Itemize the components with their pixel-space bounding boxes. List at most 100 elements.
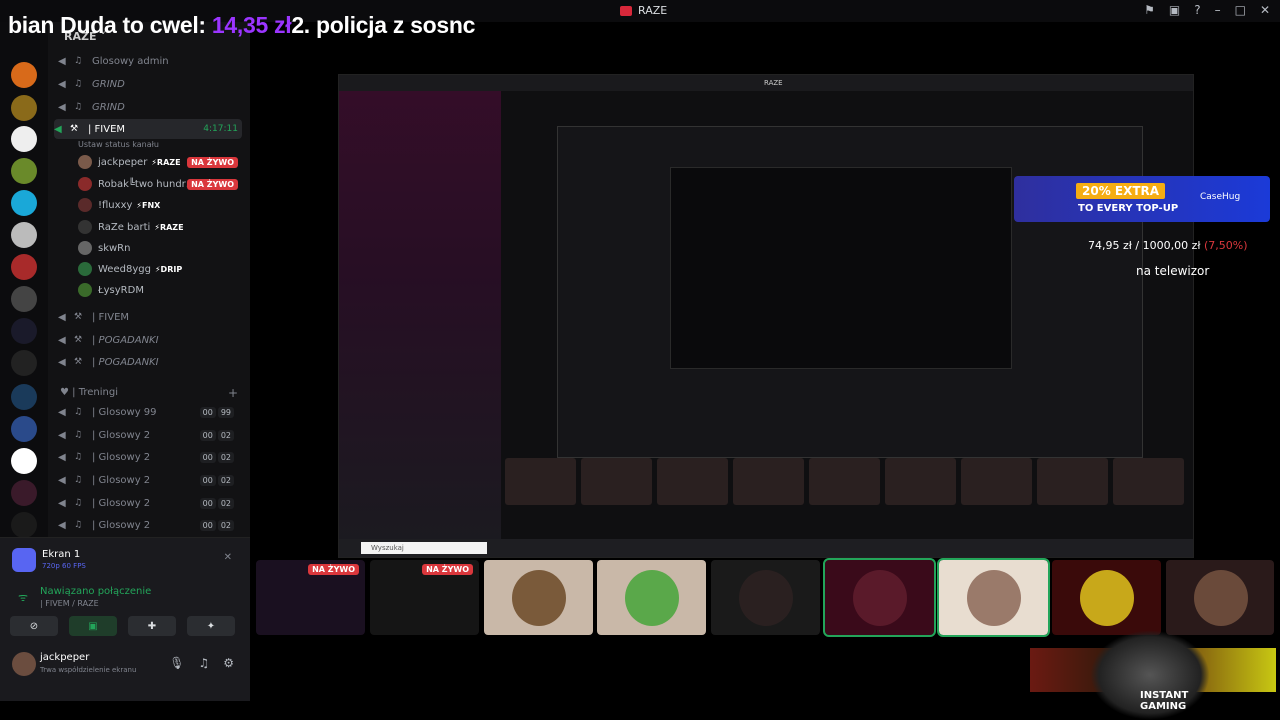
- user-limit: 00 02: [199, 429, 234, 441]
- voice-channel[interactable]: ◀ ♫ | Glosowy 2 00 02: [58, 515, 240, 535]
- current-user-name[interactable]: jackpeper: [40, 652, 89, 663]
- screen-share-button[interactable]: ▣: [69, 616, 117, 636]
- headphones-icon: ♫: [74, 407, 83, 417]
- stop-share-button[interactable]: ✕: [224, 552, 232, 563]
- voice-user[interactable]: jackpeper ⚡RAZE NA ŻYWO: [78, 152, 248, 172]
- voice-channel[interactable]: ◀ ♫ | Glosowy 2 00 02: [58, 493, 240, 513]
- server-icon[interactable]: [11, 286, 37, 312]
- voice-user[interactable]: skwRn: [78, 238, 248, 258]
- user-name: jackpeper: [98, 156, 148, 168]
- stream-tile[interactable]: [937, 558, 1050, 637]
- voice-channel[interactable]: ◀ ♫ GRIND: [58, 74, 240, 94]
- nested-title: RAZE: [764, 79, 783, 87]
- stream-tile[interactable]: [823, 558, 936, 637]
- tool-icon: ⚒: [74, 357, 83, 367]
- server-icon[interactable]: [11, 126, 37, 152]
- server-icon[interactable]: [11, 318, 37, 344]
- help-icon[interactable]: ?: [1194, 3, 1200, 17]
- gear-icon[interactable]: ⚙: [223, 656, 234, 670]
- screen-icon[interactable]: ▣: [1169, 3, 1180, 17]
- donation-percent: (7,50%): [1203, 239, 1248, 252]
- voice-user[interactable]: !fluxxy ⚡FNX: [78, 195, 248, 215]
- server-icon[interactable]: [11, 62, 37, 88]
- stream-tile[interactable]: [484, 560, 593, 635]
- server-icon[interactable]: [11, 512, 37, 538]
- camera-off-button[interactable]: ⊘: [10, 616, 58, 636]
- server-icon[interactable]: [11, 416, 37, 442]
- nested-thumb: [809, 458, 880, 505]
- channel-name: GRIND: [92, 101, 125, 113]
- channel-name: | FIVEM: [88, 123, 126, 135]
- server-icon[interactable]: [11, 95, 37, 121]
- voice-channel[interactable]: ◀ ⚒ | POGADANKI: [58, 330, 240, 350]
- window-title-text: RAZE: [638, 4, 668, 17]
- nested-thumb: [961, 458, 1032, 505]
- voice-channel[interactable]: ◀ ♫ | Glosowy 2 00 02: [58, 425, 240, 445]
- nested-thumb: [581, 458, 652, 505]
- voice-user[interactable]: Robak╚two hundr… NA ŻYWO: [78, 174, 248, 194]
- minimize-button[interactable]: –: [1215, 3, 1221, 17]
- user-limit: 00 02: [199, 497, 234, 509]
- user-name: Weed8ygg: [98, 263, 151, 275]
- voice-user[interactable]: RaZe barti ⚡RAZE: [78, 217, 248, 237]
- soundboard-button[interactable]: ✦: [187, 616, 235, 636]
- voice-channel[interactable]: ◀ ♫ | Glosowy 99 00 99: [58, 402, 240, 422]
- avatar: [78, 262, 92, 276]
- channel-name: | POGADANKI: [92, 356, 159, 368]
- category-name: | Treningi: [72, 387, 118, 398]
- avatar: [1194, 570, 1248, 626]
- live-badge: NA ŻYWO: [187, 178, 238, 190]
- stream-tile[interactable]: [1052, 560, 1161, 635]
- stream-tile[interactable]: [597, 560, 706, 635]
- server-icon[interactable]: [11, 350, 37, 376]
- connection-channel: | FIVEM / RAZE: [40, 599, 99, 608]
- category-header[interactable]: ♥ | Treningi: [60, 387, 118, 398]
- voice-channel[interactable]: ◀ ♫ | Glosowy 2 00 02: [58, 470, 240, 490]
- inbox-icon[interactable]: ⚑: [1144, 3, 1155, 17]
- activities-button[interactable]: ✚: [128, 616, 176, 636]
- stream-tile[interactable]: NA ŻYWO: [370, 560, 479, 635]
- add-channel-button[interactable]: +: [228, 386, 238, 400]
- live-badge: NA ŻYWO: [422, 564, 473, 575]
- voice-channel-active[interactable]: ◀ ⚒ | FIVEM 4:17:11: [54, 119, 242, 139]
- avatar[interactable]: [12, 652, 36, 676]
- voice-channel[interactable]: ◀ ♫ GRIND: [58, 97, 240, 117]
- voice-channel[interactable]: ◀ ♫ Glosowy admin: [58, 51, 240, 71]
- user-max: 99: [217, 406, 234, 418]
- ticker-prefix: bian Duda to cwel:: [8, 12, 212, 38]
- stream-tile[interactable]: NA ŻYWO: [256, 560, 365, 635]
- user-limit: 00 02: [199, 474, 234, 486]
- avatar: [739, 570, 793, 626]
- close-button[interactable]: ✕: [1260, 3, 1270, 17]
- nested-screen-share[interactable]: RAZE Wyszukaj: [338, 74, 1194, 558]
- stream-tile[interactable]: [1166, 560, 1274, 635]
- avatar: [967, 570, 1021, 626]
- stream-tile[interactable]: [711, 560, 820, 635]
- voice-channel[interactable]: ◀ ♫ | Glosowy 2 00 02: [58, 447, 240, 467]
- microphone-icon[interactable]: 🎙: [169, 656, 184, 670]
- server-icon[interactable]: [11, 384, 37, 410]
- donation-current: 74,95 zł: [1088, 239, 1132, 252]
- connection-status[interactable]: Nawiązano połączenie: [40, 586, 151, 597]
- headphones-icon[interactable]: ♫: [198, 656, 209, 670]
- server-icon[interactable]: [11, 158, 37, 184]
- ad-headline: 20% EXTRA: [1076, 183, 1166, 199]
- speaker-icon: ◀: [58, 429, 66, 441]
- user-tag: ⚡DRIP: [154, 264, 183, 274]
- headphones-icon: ♫: [74, 56, 83, 66]
- headphones-icon: ♫: [74, 102, 83, 112]
- channel-name: | Glosowy 2: [92, 497, 151, 509]
- server-icon[interactable]: [11, 448, 37, 474]
- voice-user[interactable]: ŁysyRDM: [78, 280, 248, 300]
- server-icon[interactable]: [11, 480, 37, 506]
- server-icon[interactable]: [11, 190, 37, 216]
- user-controls: 🎙 ♫ ⚙: [169, 656, 234, 670]
- voice-channel[interactable]: ◀ ⚒ | FIVEM: [58, 307, 240, 327]
- server-icon[interactable]: [11, 254, 37, 280]
- voice-user[interactable]: Weed8ygg ⚡DRIP: [78, 259, 248, 279]
- channel-status[interactable]: Ustaw status kanału: [78, 140, 159, 149]
- channel-name: | Glosowy 2: [92, 519, 151, 531]
- maximize-button[interactable]: □: [1235, 3, 1246, 17]
- server-icon[interactable]: [11, 222, 37, 248]
- voice-channel[interactable]: ◀ ⚒ | POGADANKI: [58, 352, 240, 372]
